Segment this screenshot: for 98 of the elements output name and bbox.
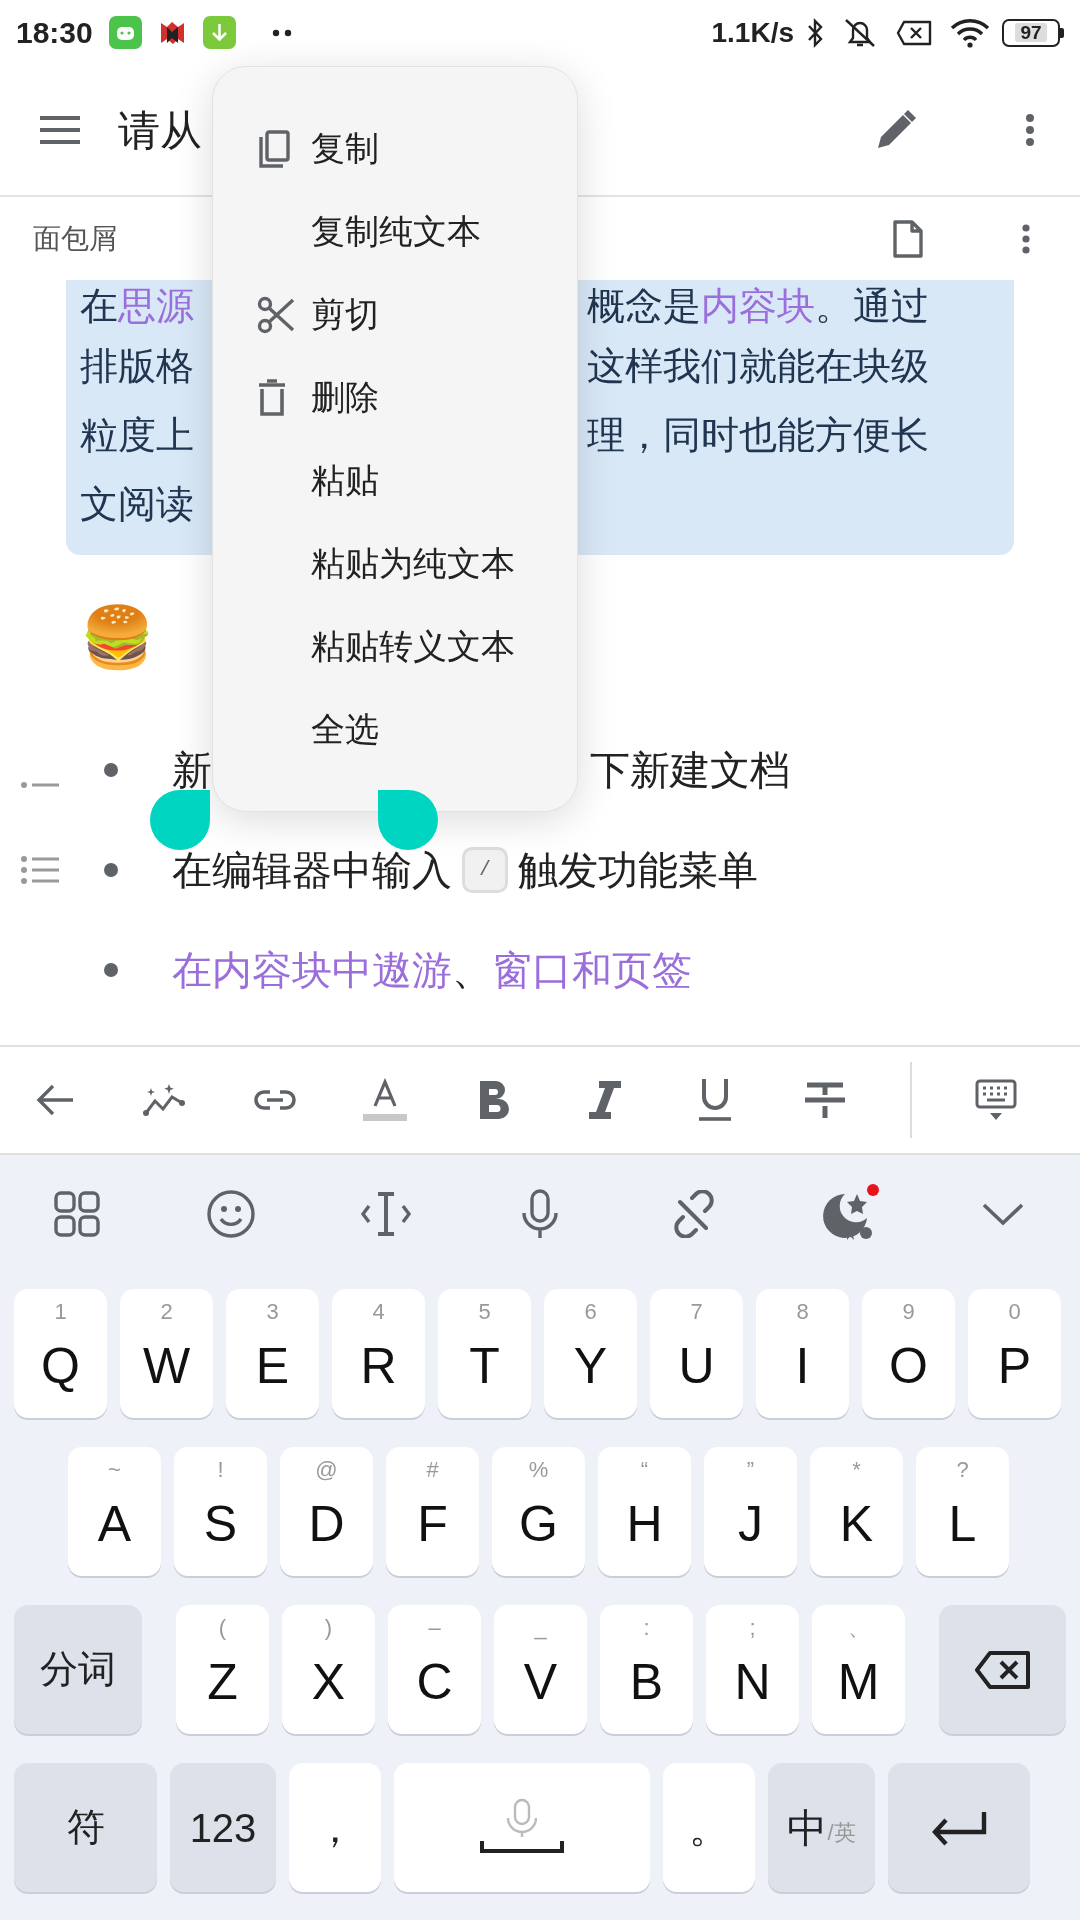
- download-app-icon: [202, 16, 236, 49]
- list-handle-button[interactable]: [20, 855, 60, 885]
- more-icon: [1021, 223, 1031, 254]
- letter-key[interactable]: * K: [810, 1447, 903, 1576]
- callout-text: 排版格: [80, 344, 194, 389]
- network-speed: 1.1K/s: [711, 15, 794, 50]
- function-key[interactable]: 符: [14, 1763, 157, 1892]
- cursor-move-icon: [359, 1191, 412, 1237]
- list-item-text: 、: [452, 947, 492, 994]
- callout-text: 粒度上: [80, 413, 194, 458]
- bluetooth-icon: [806, 17, 824, 48]
- link[interactable]: 在内容块中遨游: [172, 940, 452, 1000]
- text-color-icon: [363, 1078, 407, 1122]
- menu-item[interactable]: 复制纯文本: [213, 190, 577, 273]
- letter-key[interactable]: ; N: [706, 1605, 799, 1734]
- more-notifications-icon: [271, 28, 292, 37]
- scissors-icon: [257, 295, 295, 334]
- italic-icon: [587, 1079, 623, 1121]
- battery-indicator: 97: [1002, 18, 1060, 47]
- letter-key[interactable]: ? L: [916, 1447, 1009, 1576]
- menu-item[interactable]: 粘贴转义文本: [213, 605, 577, 688]
- callout-text: 理，同时也能方便长: [587, 413, 929, 458]
- letter-key[interactable]: 0 P: [968, 1289, 1061, 1418]
- trash-icon: [257, 378, 287, 417]
- menu-item[interactable]: 粘贴为纯文本: [213, 522, 577, 605]
- letter-key[interactable]: 3 E: [226, 1289, 319, 1418]
- underline-icon: [697, 1077, 733, 1123]
- back-icon: [35, 1083, 75, 1117]
- callout-text: 在: [80, 283, 118, 329]
- callout-text: 。通过: [815, 283, 929, 329]
- enter-icon: [930, 1809, 988, 1846]
- language-switch-key[interactable]: 中/英: [768, 1763, 875, 1892]
- document-title: 请从: [118, 105, 202, 156]
- key-hint: /: [462, 847, 508, 893]
- callout-text: 文阅读: [80, 482, 194, 527]
- list-item-text: 新: [172, 747, 212, 794]
- wifi-icon: [950, 17, 990, 48]
- menu-item[interactable]: 剪切: [213, 273, 577, 356]
- letter-key[interactable]: ~ A: [68, 1447, 161, 1576]
- letter-key[interactable]: 8 I: [756, 1289, 849, 1418]
- breadcrumb-label: 面包屑: [33, 221, 117, 256]
- collapse-keyboard-icon: [980, 1201, 1025, 1227]
- letter-key[interactable]: @ D: [280, 1447, 373, 1576]
- enter-key[interactable]: [888, 1763, 1030, 1892]
- menu-item[interactable]: 删除: [213, 356, 577, 439]
- function-key[interactable]: 123: [170, 1763, 276, 1892]
- selection-handle[interactable]: [150, 790, 210, 850]
- emoji-icon: [206, 1189, 257, 1239]
- document-icon: [892, 218, 924, 259]
- sparkle-chart-icon: [143, 1082, 187, 1118]
- letter-key[interactable]: # F: [386, 1447, 479, 1576]
- list-item-text: 下新建文档: [590, 747, 790, 794]
- letter-key[interactable]: _ V: [494, 1605, 587, 1734]
- voice-input-icon: [521, 1189, 559, 1239]
- block-handle-icon: [20, 780, 60, 790]
- link[interactable]: 窗口和页签: [492, 940, 692, 1000]
- letter-key[interactable]: ( Z: [176, 1605, 269, 1734]
- block-handle-button[interactable]: [20, 780, 60, 790]
- letter-key[interactable]: 4 R: [332, 1289, 425, 1418]
- backspace-icon: [973, 1649, 1032, 1690]
- letter-key[interactable]: 5 T: [438, 1289, 531, 1418]
- punctuation-key[interactable]: ，: [289, 1763, 381, 1892]
- letter-key[interactable]: : B: [600, 1605, 693, 1734]
- letter-key[interactable]: 9 O: [862, 1289, 955, 1418]
- selection-handle[interactable]: [378, 790, 438, 850]
- function-key[interactable]: 分词: [14, 1605, 142, 1734]
- copy-icon: [257, 128, 291, 169]
- apps-icon: [54, 1191, 101, 1237]
- link-icon: [253, 1088, 297, 1112]
- backspace-key[interactable]: [939, 1605, 1066, 1734]
- punctuation-key[interactable]: 。: [663, 1763, 755, 1892]
- burger-emoji: 🍔: [80, 602, 155, 673]
- letter-key[interactable]: 、 M: [812, 1605, 905, 1734]
- list-item-text: 触发功能菜单: [518, 847, 758, 894]
- callout-text: 概念是: [587, 283, 701, 329]
- status-time: 18:30: [16, 15, 93, 51]
- letter-key[interactable]: 2 W: [120, 1289, 213, 1418]
- letter-key[interactable]: 1 Q: [14, 1289, 107, 1418]
- letter-key[interactable]: 6 Y: [544, 1289, 637, 1418]
- app-notification-icon: [108, 16, 142, 49]
- letter-key[interactable]: % G: [492, 1447, 585, 1576]
- menu-item[interactable]: 复制: [213, 107, 577, 190]
- letter-key[interactable]: 7 U: [650, 1289, 743, 1418]
- letter-key[interactable]: – C: [388, 1605, 481, 1734]
- letter-key[interactable]: ) X: [282, 1605, 375, 1734]
- list-handle-icon: [20, 855, 60, 885]
- list-item-text: 在编辑器中输入: [172, 847, 452, 894]
- menu-item[interactable]: 粘贴: [213, 439, 577, 522]
- letter-key[interactable]: “ H: [598, 1447, 691, 1576]
- menu-icon: [38, 114, 82, 146]
- strikethrough-icon: [803, 1080, 847, 1120]
- letter-key[interactable]: ! S: [174, 1447, 267, 1576]
- more-icon: [1025, 113, 1035, 147]
- no-sim-icon: [896, 19, 932, 46]
- letter-key[interactable]: ” J: [704, 1447, 797, 1576]
- callout-text: 这样我们就能在块级: [587, 344, 929, 389]
- hide-keyboard-icon: [975, 1079, 1017, 1121]
- menu-item[interactable]: 全选: [213, 688, 577, 771]
